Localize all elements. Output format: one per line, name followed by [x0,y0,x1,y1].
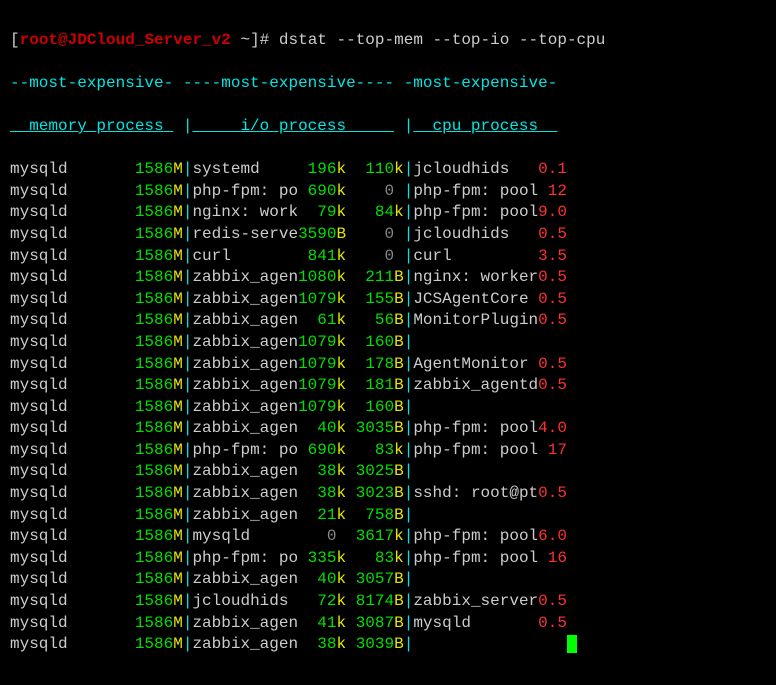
data-rows: mysqld 1586M|systemd 196k 110k|jcloudhid… [10,159,766,656]
command-text: dstat --top-mem --top-io --top-cpu [279,31,605,49]
table-row: mysqld 1586M|zabbix_agen1079k 160B| [10,397,766,419]
header-row-2: memory process | i/o process | cpu proce… [10,116,766,138]
table-row: mysqld 1586M|php-fpm: po 690k 0 |php-fpm… [10,181,766,203]
cursor [567,635,577,653]
table-row: mysqld 1586M|jcloudhids 72k 8174B|zabbix… [10,591,766,613]
table-row: mysqld 1586M|zabbix_agen 38k 3039B| [10,634,766,656]
table-row: mysqld 1586M|zabbix_agen 40k 3057B| [10,569,766,591]
header-row-1: --most-expensive- ----most-expensive----… [10,73,766,95]
table-row: mysqld 1586M|php-fpm: po 690k 83k|php-fp… [10,440,766,462]
table-row: mysqld 1586M|zabbix_agen 38k 3023B|sshd:… [10,483,766,505]
table-row: mysqld 1586M|mysqld 0 3617k|php-fpm: poo… [10,526,766,548]
table-row: mysqld 1586M|zabbix_agen 21k 758B| [10,505,766,527]
table-row: mysqld 1586M|zabbix_agen 41k 3087B|mysql… [10,613,766,635]
terminal-output: [root@JDCloud_Server_v2 ~]# dstat --top-… [0,0,776,685]
table-row: mysqld 1586M|zabbix_agen1079k 160B| [10,332,766,354]
table-row: mysqld 1586M|zabbix_agen1080k 211B|nginx… [10,267,766,289]
table-row: mysqld 1586M|nginx: work 79k 84k|php-fpm… [10,202,766,224]
table-row: mysqld 1586M|zabbix_agen1079k 181B|zabbi… [10,375,766,397]
table-row: mysqld 1586M|systemd 196k 110k|jcloudhid… [10,159,766,181]
table-row: mysqld 1586M|redis-serve3590B 0 |jcloudh… [10,224,766,246]
table-row: mysqld 1586M|zabbix_agen1079k 178B|Agent… [10,354,766,376]
table-row: mysqld 1586M|php-fpm: po 335k 83k|php-fp… [10,548,766,570]
table-row: mysqld 1586M|zabbix_agen 38k 3025B| [10,461,766,483]
table-row: mysqld 1586M|zabbix_agen1079k 155B|JCSAg… [10,289,766,311]
table-row: mysqld 1586M|zabbix_agen 61k 56B|Monitor… [10,310,766,332]
prompt-line[interactable]: [root@JDCloud_Server_v2 ~]# dstat --top-… [10,30,766,52]
table-row: mysqld 1586M|zabbix_agen 40k 3035B|php-f… [10,418,766,440]
table-row: mysqld 1586M|curl 841k 0 |curl 3.5 [10,246,766,268]
